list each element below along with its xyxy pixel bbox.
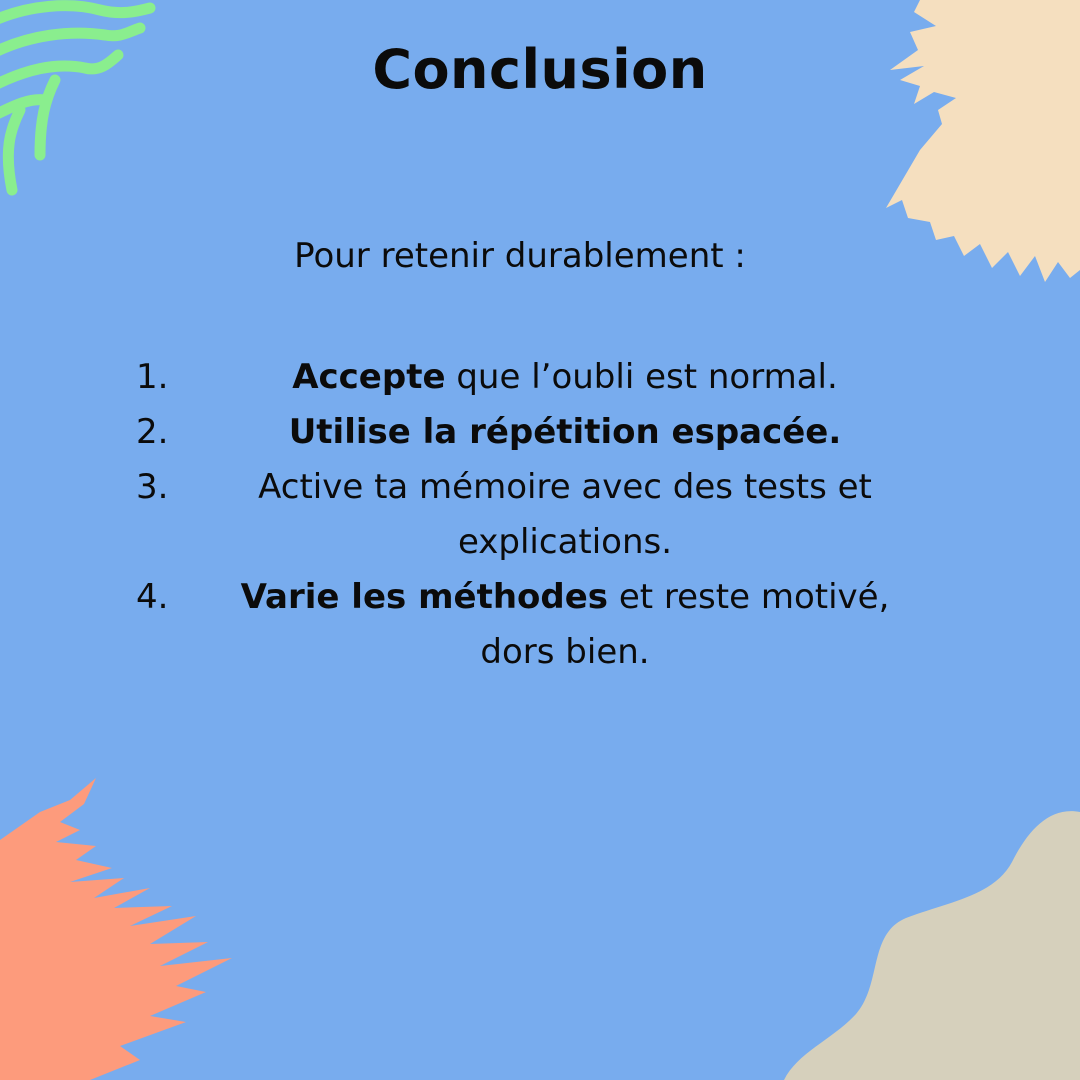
list-item-rest: Active ta mémoire avec des tests et expl… [258,467,872,562]
intro-text: Pour retenir durablement : [294,236,746,276]
slide-title: Conclusion [372,38,708,101]
orange-brush-decoration [0,778,232,1080]
slide: Conclusion Pour retenir durablement : 1.… [0,0,1080,1080]
grey-blob-decoration [784,811,1080,1080]
list-item: 2. Utilise la répétition espacée. [136,405,916,460]
list-item-emphasis: Varie les méthodes [240,577,609,617]
list-item: 4. Varie les méthodes et reste motivé, d… [136,570,916,680]
list-item-number: 4. [136,577,169,617]
list-item-number: 3. [136,467,169,507]
list-item-emphasis: Utilise la répétition espacée. [288,412,842,452]
list-item-number: 2. [136,412,169,452]
list-item-rest: que l’oubli est normal. [445,357,838,397]
tips-list: 1. Accepte que l’oubli est normal. 2. Ut… [136,350,916,680]
list-item: 3. Active ta mémoire avec des tests et e… [136,460,916,570]
list-item-text: Varie les méthodes et reste motivé, dors… [214,570,916,680]
green-wave-strokes-decoration [0,0,156,196]
list-item-text: Accepte que l’oubli est normal. [214,350,916,405]
list-item-number: 1. [136,357,169,397]
list-item-text: Utilise la répétition espacée. [214,405,916,460]
list-item: 1. Accepte que l’oubli est normal. [136,350,916,405]
list-item-text: Active ta mémoire avec des tests et expl… [214,460,916,570]
list-item-emphasis: Accepte [292,357,446,397]
